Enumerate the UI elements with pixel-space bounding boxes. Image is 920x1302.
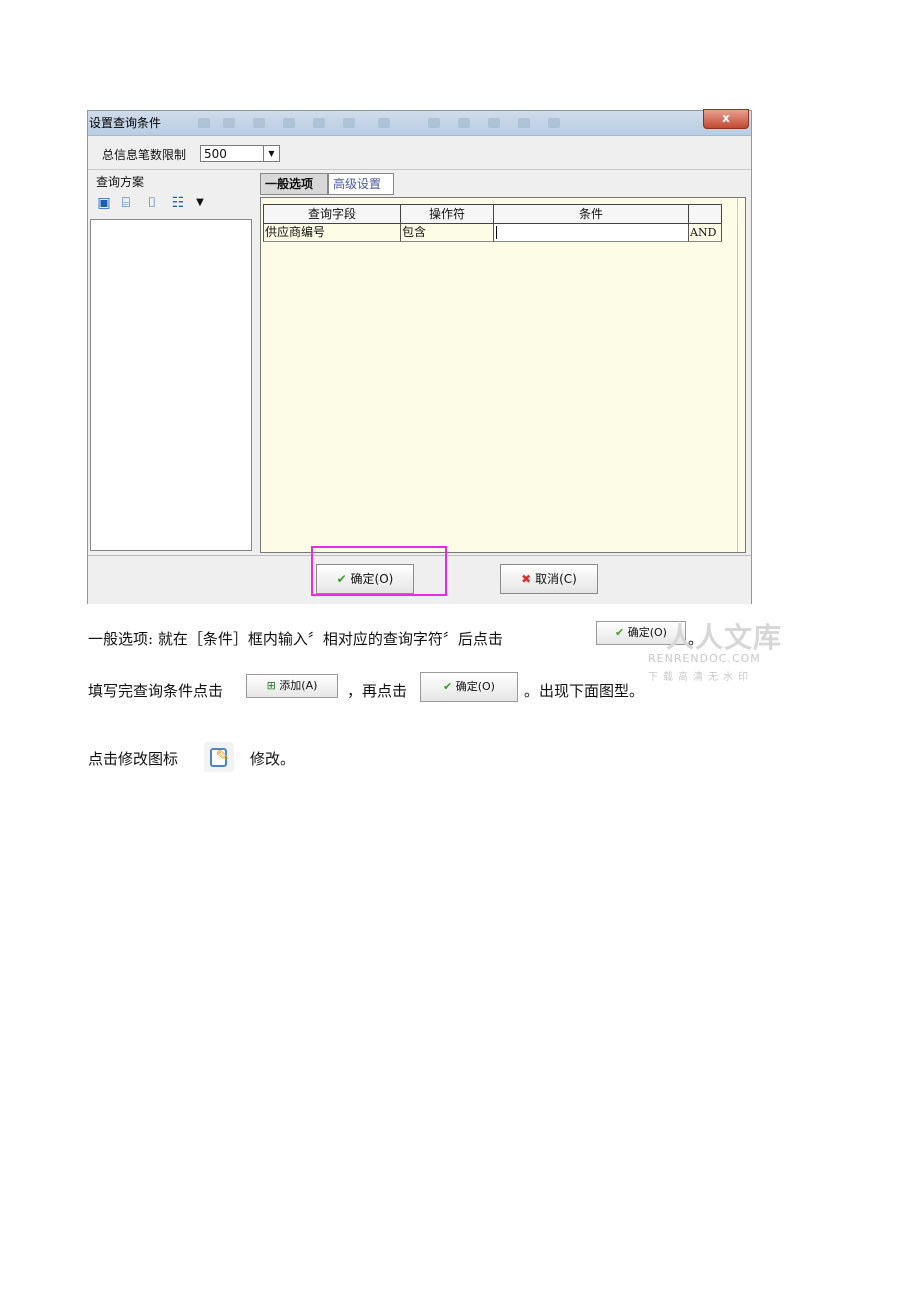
paragraph-line3-end: 修改。: [250, 750, 296, 768]
column-header: 条件: [493, 204, 689, 224]
field-cell[interactable]: 供应商编号: [263, 224, 401, 242]
column-header: [688, 204, 722, 224]
limit-row: 总信息笔数限制 500 ▼: [88, 139, 751, 170]
limit-value: 500: [204, 147, 227, 161]
query-plan-panel: 查询方案 ▣ ⌸ ⌷ ☷ ▼: [90, 171, 254, 553]
inline-add-label: 添加(A): [279, 679, 318, 692]
edit-icon: ✎: [204, 742, 234, 772]
condition-grid: 查询字段 操作符 条件 供应商编号 包含 AND: [260, 197, 746, 553]
dialog-titlebar: 设置查询条件 x: [88, 109, 751, 136]
add-icon: ⊞: [266, 679, 276, 692]
tab-advanced[interactable]: 高级设置: [328, 173, 394, 195]
chevron-down-icon[interactable]: ▼: [263, 146, 279, 161]
paragraph-line3-start: 点击修改图标: [88, 750, 179, 768]
paragraph-line2-mid: ，再点击: [347, 682, 408, 700]
paragraph-line2-start: 填写完查询条件点击: [88, 682, 224, 700]
delete-icon[interactable]: ⌷: [144, 195, 160, 211]
cancel-label: 取消(C): [535, 572, 577, 586]
ok-highlight-box: [311, 546, 447, 596]
watermark-url: RENRENDOC.COM: [648, 652, 761, 665]
close-icon: x: [722, 111, 730, 125]
check-icon: ✔: [615, 626, 625, 639]
watermark-tagline: 下载高清无水印: [648, 672, 753, 683]
plan-title: 查询方案: [96, 175, 145, 189]
watermark-brand: 人人文库: [666, 621, 783, 654]
limit-select[interactable]: 500 ▼: [200, 145, 280, 162]
column-header: 查询字段: [263, 204, 401, 224]
cancel-x-icon: ✖: [521, 572, 532, 586]
columns-icon[interactable]: ☷: [170, 195, 186, 211]
close-button[interactable]: x: [703, 109, 749, 129]
inline-ok-label: 确定(O): [627, 626, 667, 639]
operator-cell[interactable]: 包含: [400, 224, 494, 242]
grid-edge: [737, 198, 742, 552]
text-caret: [496, 226, 497, 239]
tab-general[interactable]: 一般选项: [260, 173, 328, 195]
query-condition-dialog: 设置查询条件 x 总信息笔数限制 500 ▼ 查询方案 ▣ ⌸ ⌷ ☷ ▼ 一般…: [87, 109, 752, 604]
check-icon: ✔: [443, 680, 453, 693]
dialog-title: 设置查询条件: [89, 116, 162, 130]
inline-ok-label: 确定(O): [455, 680, 495, 693]
logic-cell[interactable]: AND: [688, 224, 722, 242]
column-header: 操作符: [400, 204, 494, 224]
save-icon[interactable]: ▣: [96, 195, 112, 211]
inline-ok-button-2: ✔ 确定(O): [420, 672, 518, 702]
condition-cell[interactable]: [493, 224, 689, 242]
paragraph-general-options: 一般选项: 就在［条件］框内输入〞相对应的查询字符〞后点击: [88, 630, 503, 648]
limit-label: 总信息笔数限制: [102, 148, 187, 162]
chevron-down-icon[interactable]: ▼: [192, 195, 208, 211]
cancel-button[interactable]: ✖ 取消(C): [500, 564, 598, 594]
paragraph-line2-end: 。出现下面图型。: [524, 682, 645, 700]
inline-add-button: ⊞ 添加(A): [246, 674, 338, 698]
query-plan-list[interactable]: [90, 219, 252, 551]
open-folder-icon[interactable]: ⌸: [118, 195, 134, 211]
